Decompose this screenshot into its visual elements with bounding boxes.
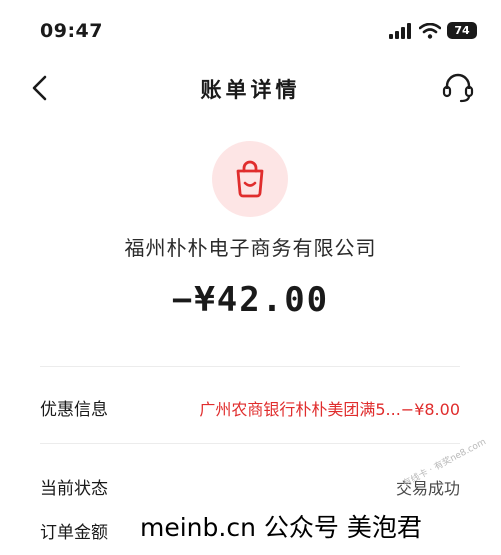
status-icons: 74 (389, 22, 477, 39)
signal-icon (389, 22, 411, 39)
promo-value[interactable]: 广州农商银行朴朴美团满5...−¥8.00 (199, 396, 460, 420)
status-time: 09:47 (40, 20, 103, 42)
page-title: 账单详情 (200, 78, 301, 102)
divider (40, 366, 460, 367)
order-amount-label: 订单金额 (40, 523, 108, 543)
nav-bar: 账单详情 (0, 62, 501, 114)
transaction-amount: −¥42.00 (171, 280, 330, 320)
battery-level: 74 (454, 24, 470, 37)
wifi-icon (419, 22, 441, 39)
customer-service-icon[interactable] (441, 72, 475, 104)
watermark-text: meinb.cn 公众号 美泡君 (140, 513, 422, 542)
battery-icon: 74 (447, 22, 477, 39)
status-bar: 09:47 74 (0, 0, 501, 60)
promo-label: 优惠信息 (40, 400, 108, 420)
divider (40, 443, 460, 444)
status-label: 当前状态 (40, 479, 108, 499)
merchant-name: 福州朴朴电子商务有限公司 (124, 236, 377, 260)
shopping-bag-icon (212, 141, 288, 217)
